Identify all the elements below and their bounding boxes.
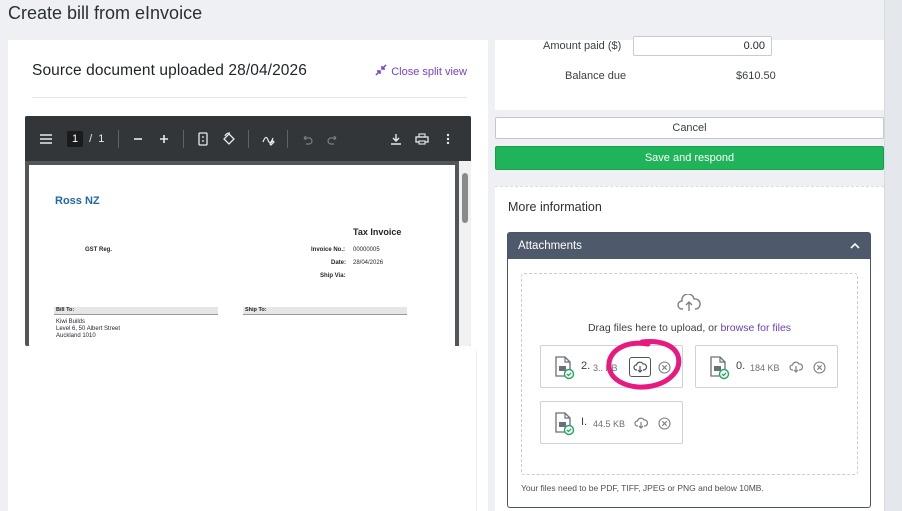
close-split-view-label: Close split view (391, 65, 467, 78)
attachments-title: Attachments (518, 240, 582, 252)
undo-icon[interactable] (294, 127, 320, 151)
toolbar-divider (118, 129, 120, 148)
payment-summary-card: Amount paid ($) Balance due $610.50 (495, 36, 884, 110)
dropzone-text: Drag files here to upload, or browse for… (522, 322, 857, 334)
bill-to-line: Kiwi Builds (56, 319, 86, 325)
source-header: Source document uploaded 28/04/2026 Clos… (32, 62, 467, 98)
toolbar-divider (183, 129, 185, 148)
file-size: 44.5 KB (593, 419, 626, 429)
fit-page-icon[interactable] (190, 127, 216, 151)
file-verified-icon (553, 356, 575, 385)
bill-to-header: Bill To: (54, 307, 218, 315)
bill-to-line: Auckland 1010 (56, 333, 96, 339)
remove-circle-icon[interactable] (656, 415, 672, 431)
date-value: 28/04/2026 (353, 260, 384, 266)
page-total: 1 (98, 132, 105, 145)
remove-circle-icon[interactable] (811, 359, 827, 375)
chevron-up-icon[interactable] (850, 240, 860, 252)
window-edge (884, 0, 902, 511)
file-dropzone[interactable]: Drag files here to upload, or browse for… (521, 273, 858, 475)
pdf-page: Ross NZ Tax Invoice GST Reg. Invoice No.… (29, 165, 455, 346)
pdf-page-area: Ross NZ Tax Invoice GST Reg. Invoice No.… (29, 161, 459, 346)
bill-to-line: Level 6, 50 Albert Street (56, 326, 121, 332)
pdf-toolbar: 1 / 1 (25, 116, 471, 161)
upload-cloud-icon (677, 293, 701, 317)
invoice-doc-title: Tax Invoice (353, 227, 402, 237)
download-icon[interactable] (383, 127, 409, 151)
download-cloud-icon[interactable] (633, 415, 649, 431)
amount-paid-input[interactable] (633, 36, 772, 56)
pdf-scroll-thumb[interactable] (462, 173, 468, 223)
source-document-panel: Source document uploaded 28/04/2026 Clos… (8, 40, 488, 511)
amount-paid-label: Amount paid ($) (543, 40, 622, 52)
attachments-panel: Attachments Drag files here to upload, o… (507, 232, 871, 508)
rotate-icon[interactable] (216, 127, 242, 151)
close-split-view-button[interactable]: Close split view (375, 64, 467, 79)
download-cloud-icon[interactable] (788, 359, 804, 375)
page-separator: / (89, 132, 93, 145)
file-name: 0. (736, 360, 746, 372)
pdf-scrollbar[interactable] (459, 161, 471, 346)
attachments-header[interactable]: Attachments (508, 233, 870, 259)
pdf-viewer: 1 / 1 Ross NZ Tax Invoice GST Reg. Invoi… (25, 116, 471, 346)
toolbar-divider (248, 129, 250, 148)
file-verified-icon (708, 356, 730, 385)
page-number-input[interactable]: 1 (67, 130, 84, 147)
toolbar-divider (287, 129, 289, 148)
file-name: I. (581, 416, 588, 428)
invoice-no-value: 00000005 (353, 247, 380, 253)
collapse-arrows-icon (375, 64, 387, 79)
more-information-card: More information Attachments Drag files … (495, 186, 884, 511)
balance-due-value: $610.50 (736, 70, 776, 82)
print-icon[interactable] (409, 127, 435, 151)
zoom-out-icon[interactable] (125, 127, 151, 151)
more-vertical-icon[interactable] (435, 127, 461, 151)
cancel-button[interactable]: Cancel (495, 117, 884, 139)
ship-to-header: Ship To: (243, 307, 407, 315)
more-information-title: More information (508, 200, 602, 214)
attachment-file-card: 0. 184 KB (695, 345, 838, 388)
panel-divider (476, 350, 477, 511)
source-document-title: Source document uploaded 28/04/2026 (32, 62, 307, 79)
date-label: Date: (331, 260, 347, 266)
annotate-icon[interactable] (255, 127, 281, 151)
drag-files-text: Drag files here to upload, or (587, 322, 721, 334)
save-and-respond-button[interactable]: Save and respond (495, 146, 884, 170)
redo-icon[interactable] (320, 127, 346, 151)
file-size: 184 KB (750, 363, 780, 373)
file-verified-icon (553, 412, 575, 441)
annotation-highlight-circle (606, 339, 682, 390)
attachment-file-card: I. 44.5 KB (540, 401, 683, 444)
file-name: 2. (581, 360, 591, 372)
zoom-in-icon[interactable] (151, 127, 177, 151)
invoice-company-name: Ross NZ (55, 195, 100, 207)
gst-label: GST Reg. (85, 247, 113, 253)
page-title: Create bill from eInvoice (8, 3, 203, 23)
ship-via-label: Ship Via: (320, 273, 346, 279)
balance-due-label: Balance due (565, 70, 627, 82)
invoice-no-label: Invoice No.: (311, 247, 346, 253)
browse-files-link[interactable]: browse for files (720, 322, 791, 334)
menu-icon[interactable] (33, 127, 59, 151)
file-requirements-note: Your files need to be PDF, TIFF, JPEG or… (521, 483, 764, 493)
